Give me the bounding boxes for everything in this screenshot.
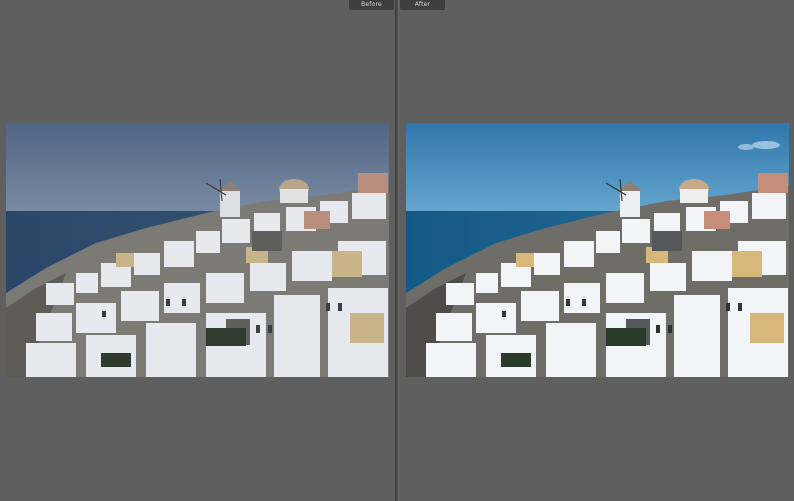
before-pane: Before [0, 0, 395, 501]
before-photo [6, 123, 389, 377]
after-photo [406, 123, 789, 377]
after-photo-image [406, 123, 789, 377]
before-after-compare-view: Before After [0, 0, 794, 501]
before-photo-image [6, 123, 389, 377]
after-pane: After [399, 0, 794, 501]
before-label[interactable]: Before [349, 0, 394, 10]
after-label[interactable]: After [400, 0, 445, 10]
